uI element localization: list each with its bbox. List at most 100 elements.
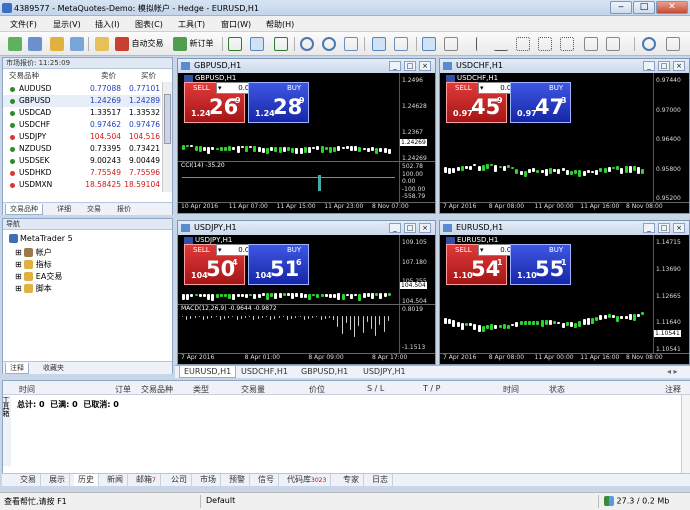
- toolbox-tab[interactable]: 历史: [74, 474, 99, 486]
- chart-maximize-button[interactable]: □: [658, 61, 670, 71]
- col-sl[interactable]: S / L: [367, 384, 384, 393]
- col-time[interactable]: 时间: [19, 384, 35, 395]
- tile-windows-button[interactable]: [344, 36, 358, 52]
- toolbox-tab[interactable]: 日志: [368, 474, 393, 486]
- toolbox-tab[interactable]: 专家: [339, 474, 364, 486]
- tab-ticks[interactable]: 报价: [113, 204, 135, 215]
- new-chart-button[interactable]: [8, 36, 22, 52]
- market-watch-row[interactable]: USDCAD 1.33517 1.33532: [3, 107, 161, 119]
- chart-close-button[interactable]: ×: [673, 61, 685, 71]
- menu-chart[interactable]: 图表(C): [135, 19, 163, 30]
- crosshair-button[interactable]: [444, 36, 458, 52]
- zoom-in-button[interactable]: [300, 36, 314, 52]
- chart-plot-area[interactable]: GBPUSD,H1SELL1.24269▾0.01▴BUY1.242891.24…: [178, 73, 435, 213]
- col-symbol-toolbox[interactable]: 交易品种: [141, 384, 173, 395]
- community-button[interactable]: [666, 36, 680, 52]
- chart-window-header[interactable]: GBPUSD,H1 _ □ ×: [178, 59, 435, 73]
- chart-maximize-button[interactable]: □: [658, 223, 670, 233]
- profiles-button[interactable]: [28, 36, 42, 52]
- menu-insert[interactable]: 插入(I): [95, 19, 120, 30]
- maximize-button[interactable]: □: [633, 1, 655, 14]
- toolbox-tab[interactable]: 展示: [45, 474, 70, 486]
- market-watch-row[interactable]: USDCHF 0.97462 0.97476: [3, 119, 161, 131]
- chart-plot-area[interactable]: USDCHF,H1SELL0.97459▾0.01▴BUY0.974730.97…: [440, 73, 689, 213]
- chart-window[interactable]: USDCHF,H1_□×USDCHF,H1SELL0.97459▾0.01▴BU…: [439, 58, 690, 214]
- chart-tab-gbpusd[interactable]: GBPUSD,H1: [297, 366, 352, 378]
- close-button[interactable]: ✕: [656, 1, 688, 14]
- chart-close-button[interactable]: ×: [419, 223, 431, 233]
- chart-plot-area[interactable]: USDJPY,H1SELL104504▾0.01▴BUY104516109.10…: [178, 235, 435, 364]
- menu-file[interactable]: 文件(F): [10, 19, 37, 30]
- buy-button[interactable]: BUY 1.24 28 9: [248, 82, 309, 123]
- equidistant-channel-button[interactable]: [538, 36, 552, 52]
- menu-help[interactable]: 帮助(H): [266, 19, 294, 30]
- buy-button[interactable]: BUY 1.10 55 1: [510, 244, 571, 285]
- chart-shift-button[interactable]: [372, 36, 386, 52]
- chart-window[interactable]: GBPUSD,H1_□×GBPUSD,H1SELL1.24269▾0.01▴BU…: [177, 58, 436, 214]
- market-watch-row[interactable]: NZDUSD 0.73395 0.73421: [3, 143, 161, 155]
- navigator-accounts[interactable]: ⊞ 帐户: [15, 247, 52, 258]
- toolbox-tab[interactable]: 代码库3023: [283, 474, 332, 486]
- lot-down-icon[interactable]: ▾: [218, 245, 222, 256]
- vertical-line-button[interactable]: [476, 36, 490, 52]
- col-state[interactable]: 状态: [549, 384, 565, 395]
- buy-button[interactable]: BUY 104 51 6: [248, 244, 309, 285]
- chart-minimize-button[interactable]: _: [389, 61, 401, 71]
- buy-button[interactable]: BUY 0.97 47 3: [510, 82, 571, 123]
- tab-details[interactable]: 详细: [53, 204, 75, 215]
- zoom-out-button[interactable]: [322, 36, 336, 52]
- market-watch-row[interactable]: USDSEK 9.00243 9.00449: [3, 155, 161, 167]
- tab-symbols[interactable]: 交易品种: [5, 204, 43, 215]
- search-button[interactable]: [642, 36, 656, 52]
- col-tp[interactable]: T / P: [423, 384, 441, 393]
- chart-minimize-button[interactable]: _: [643, 223, 655, 233]
- fibonacci-button[interactable]: [560, 36, 574, 52]
- col-type[interactable]: 类型: [193, 384, 209, 395]
- chart-minimize-button[interactable]: _: [389, 223, 401, 233]
- auto-trading-button[interactable]: 自动交易: [115, 36, 164, 52]
- chart-tab-eurusd[interactable]: EURUSD,H1: [179, 366, 237, 378]
- chart-window-header[interactable]: USDJPY,H1 _ □ ×: [178, 221, 435, 235]
- toolbox-tab[interactable]: 邮箱7: [132, 474, 161, 486]
- market-watch-row[interactable]: USDHKD 7.75549 7.75596: [3, 167, 161, 179]
- chart-window-header[interactable]: USDCHF,H1 _ □ ×: [440, 59, 689, 73]
- chart-window-header[interactable]: EURUSD,H1 _ □ ×: [440, 221, 689, 235]
- auto-scroll-button[interactable]: [394, 36, 408, 52]
- toolbox-tab[interactable]: 公司: [167, 474, 192, 486]
- col-price[interactable]: 价位: [309, 384, 325, 395]
- tab-trading[interactable]: 交易: [83, 204, 105, 215]
- chart-minimize-button[interactable]: _: [643, 61, 655, 71]
- horizontal-line-button[interactable]: [494, 36, 508, 52]
- bar-chart-button[interactable]: [228, 36, 242, 52]
- market-watch-row[interactable]: USDJPY 104.504 104.516: [3, 131, 161, 143]
- market-watch-row[interactable]: AUDUSD 0.77088 0.77101: [3, 83, 161, 95]
- col-bid[interactable]: 卖价: [101, 70, 116, 82]
- chart-tabs-scroll[interactable]: ◂ ▸: [663, 366, 682, 378]
- line-chart-button[interactable]: [274, 36, 288, 52]
- menu-view[interactable]: 显示(V): [53, 19, 81, 30]
- chart-tab-usdjpy[interactable]: USDJPY,H1: [359, 366, 410, 378]
- trend-line-button[interactable]: [516, 36, 530, 52]
- candlestick-button[interactable]: [250, 36, 264, 52]
- market-watch-row[interactable]: USDMXN 18.58425 18.59104: [3, 179, 161, 191]
- minimize-button[interactable]: ‒: [610, 1, 632, 14]
- cursor-tool-button[interactable]: [422, 36, 436, 52]
- navigator-experts[interactable]: ⊞ EA交易: [15, 271, 62, 282]
- toolbox-tab[interactable]: 新闻: [103, 474, 128, 486]
- col-volume[interactable]: 交易量: [241, 384, 265, 395]
- market-watch-scrollbar[interactable]: [162, 82, 172, 192]
- chart-maximize-button[interactable]: □: [404, 61, 416, 71]
- lot-down-icon[interactable]: ▾: [480, 83, 484, 94]
- chart-window[interactable]: EURUSD,H1_□×EURUSD,H1SELL1.10541▾0.01▴BU…: [439, 220, 690, 365]
- new-order-button[interactable]: 新订单: [173, 36, 214, 52]
- navigator-button[interactable]: [70, 36, 84, 52]
- chart-plot-area[interactable]: EURUSD,H1SELL1.10541▾0.01▴BUY1.105511.14…: [440, 235, 689, 364]
- tab-notes[interactable]: 注释: [5, 363, 29, 374]
- col-order[interactable]: 订单: [115, 384, 131, 395]
- metaeditor-button[interactable]: [95, 36, 109, 52]
- market-watch-button[interactable]: [50, 36, 64, 52]
- toolbox-tab[interactable]: 信号: [254, 474, 279, 486]
- market-watch-row[interactable]: GBPUSD 1.24269 1.24289: [3, 95, 161, 107]
- chart-tab-usdchf[interactable]: USDCHF,H1: [237, 366, 292, 378]
- toolbox-tab[interactable]: 市场: [196, 474, 221, 486]
